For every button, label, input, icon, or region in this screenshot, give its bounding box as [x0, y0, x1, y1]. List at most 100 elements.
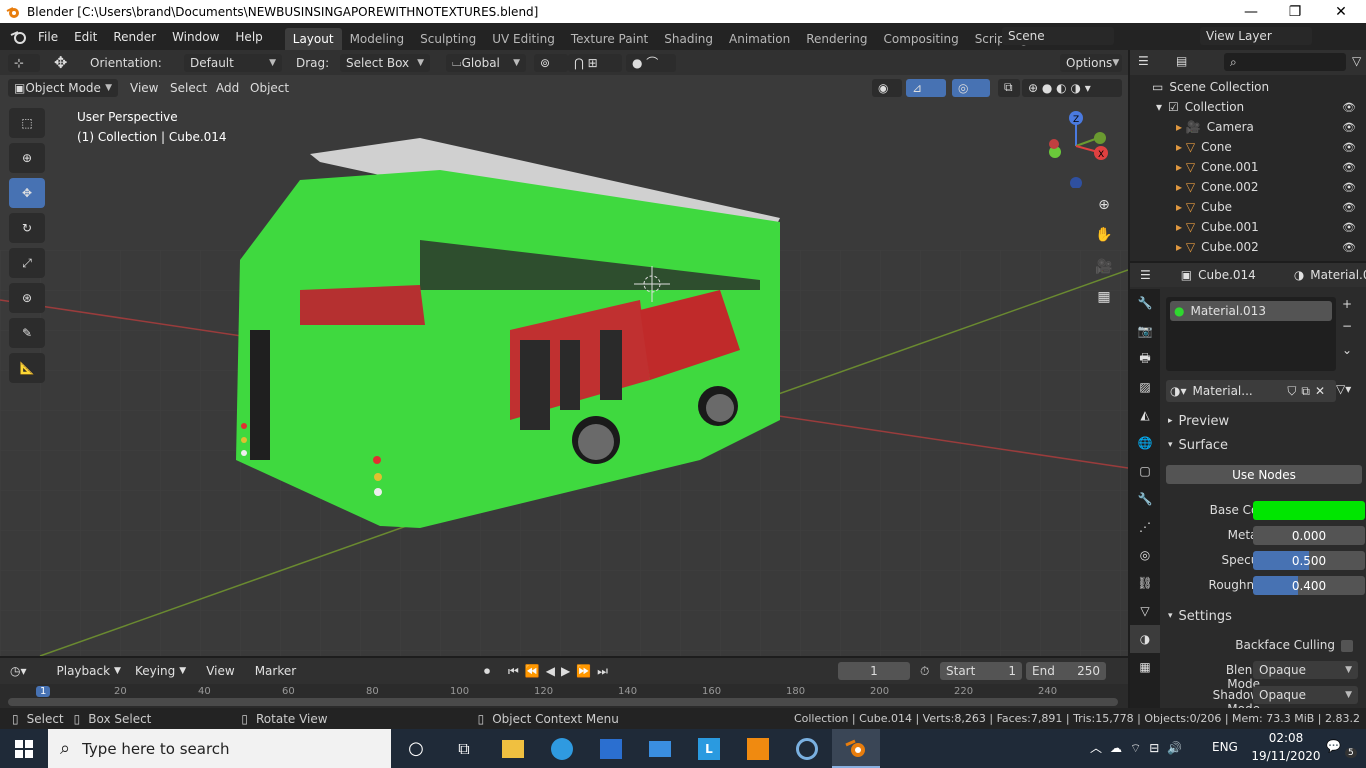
settings-panel-header[interactable]: ▾ Settings [1160, 605, 1366, 627]
zoom-view-button[interactable]: ⊕ [1091, 192, 1117, 218]
node-link-dropdown[interactable]: ▽▾ [1336, 382, 1351, 396]
tab-animation[interactable]: Animation [721, 28, 798, 50]
scale-tool-button[interactable]: ⤢ [9, 248, 45, 278]
tab-material[interactable]: ◑ [1130, 625, 1160, 653]
taskbar-app-l[interactable]: L [685, 729, 733, 768]
gizmo-toggle[interactable]: ⊿ [906, 78, 946, 97]
tab-rendering[interactable]: Rendering [798, 28, 875, 50]
menu-render[interactable]: Render [105, 30, 164, 44]
specular-slider[interactable]: 0.500 [1253, 551, 1365, 570]
menu-file[interactable]: File [30, 30, 66, 44]
tab-sculpting[interactable]: Sculpting [412, 28, 484, 50]
preview-panel-header[interactable]: ▸ Preview [1160, 410, 1366, 432]
material-selector[interactable]: ◑▾ Material... ⛉⧉✕ [1166, 380, 1336, 402]
minimize-button[interactable]: — [1228, 0, 1274, 23]
3d-viewport[interactable]: ⊹ ✥ Orientation: Default ▼ Drag: Select B… [0, 50, 1128, 656]
current-frame-field[interactable]: 1 [838, 662, 910, 680]
material-actions-icons[interactable]: ⛉⧉✕ [1287, 384, 1330, 399]
start-button[interactable] [0, 729, 48, 768]
eye-icon[interactable]: 👁 [1342, 161, 1356, 174]
orientation-dropdown[interactable]: Default ▼ [184, 53, 282, 72]
measure-tool-button[interactable]: 📐 [9, 353, 45, 383]
tab-shading[interactable]: Shading [656, 28, 721, 50]
tab-particles[interactable]: ⋰ [1130, 513, 1160, 541]
stopwatch-icon[interactable]: ⏱ [920, 664, 929, 679]
remove-slot-button[interactable]: − [1342, 319, 1352, 333]
menu-window[interactable]: Window [164, 30, 227, 44]
tab-physics[interactable]: ◎ [1130, 541, 1160, 569]
tab-layout[interactable]: Layout [284, 28, 342, 50]
start-frame-field[interactable]: Start 1 [940, 662, 1022, 680]
timeline-view-menu[interactable]: View [206, 664, 234, 678]
tab-scene[interactable]: ◭ [1130, 401, 1160, 429]
tab-world[interactable]: 🌐 [1130, 429, 1160, 457]
menu-edit[interactable]: Edit [66, 30, 105, 44]
outliner-item[interactable]: ▸ ▽ Cone.002 👁 [1130, 177, 1366, 197]
tab-modifiers[interactable]: 🔧 [1130, 485, 1160, 513]
display-mode-icon[interactable]: ▤ [1176, 54, 1187, 68]
add-slot-button[interactable]: + [1342, 297, 1352, 311]
eye-icon[interactable]: 👁 [1342, 141, 1356, 154]
add-menu[interactable]: Add [216, 81, 239, 95]
material-slot-list[interactable]: ● Material.013 [1166, 297, 1336, 371]
cortana-button[interactable]: ○ [392, 729, 440, 768]
slot-specials-button[interactable]: ⌄ [1342, 343, 1352, 357]
outliner-item[interactable]: ▸ ▽ Cone 👁 [1130, 137, 1366, 157]
outliner-item[interactable]: ▸ ▽ Cube.002 👁 [1130, 237, 1366, 257]
blend-mode-dropdown[interactable]: Opaque ▼ [1253, 661, 1358, 679]
eye-icon[interactable]: 👁 [1342, 181, 1356, 194]
taskbar-edge[interactable] [538, 729, 586, 768]
outliner-scene-collection[interactable]: ▭ Scene Collection [1130, 77, 1366, 97]
scene-selector[interactable]: Scene [1002, 27, 1114, 45]
tab-view-layer[interactable]: ▨ [1130, 373, 1160, 401]
taskbar-mail[interactable] [636, 729, 684, 768]
use-nodes-button[interactable]: Use Nodes [1166, 465, 1362, 484]
xray-toggle[interactable]: ⧉ [998, 78, 1020, 97]
properties-editor-icon[interactable]: ☰ [1140, 268, 1151, 282]
cursor-tool-button[interactable]: ⊕ [9, 143, 45, 173]
pan-view-button[interactable]: ✋ [1091, 222, 1117, 248]
checkbox-icon[interactable]: ☑ [1168, 100, 1179, 114]
maximize-button[interactable]: ❐ [1272, 0, 1318, 23]
taskbar-search-input[interactable]: ⌕ Type here to search [48, 729, 391, 768]
clock-date[interactable]: 19/11/2020 [1248, 749, 1324, 763]
timeline-editor-icon[interactable]: ◷▾ [10, 664, 27, 678]
outliner-item[interactable]: ▸ ▽ Cube 👁 [1130, 197, 1366, 217]
tab-texture-paint[interactable]: Texture Paint [563, 28, 656, 50]
tab-uv-editing[interactable]: UV Editing [484, 28, 563, 50]
playback-menu[interactable]: Playback [57, 664, 111, 678]
timeline-scrollbar[interactable] [8, 698, 1118, 706]
tab-render[interactable]: 📷 [1130, 317, 1160, 345]
eye-icon[interactable]: 👁 [1342, 201, 1356, 214]
mode-dropdown[interactable]: ▣ Object Mode ▼ [8, 78, 118, 97]
overlays-toggle[interactable]: ◎ [952, 78, 990, 97]
base-color-swatch[interactable] [1253, 501, 1365, 520]
outliner-editor-icon[interactable]: ☰ [1138, 54, 1149, 68]
surface-panel-header[interactable]: ▾ Surface [1160, 434, 1366, 456]
eye-icon[interactable]: 👁 [1342, 221, 1356, 234]
metallic-field[interactable]: 0.000 [1253, 526, 1365, 545]
visibility-dropdown[interactable]: ◉ [872, 78, 902, 97]
move-tool-icon[interactable]: ✥ [54, 53, 67, 72]
outliner-item[interactable]: ▸ ▽ Cube.001 👁 [1130, 217, 1366, 237]
annotate-tool-button[interactable]: ✎ [9, 318, 45, 348]
transform-tool-button[interactable]: ⊛ [9, 283, 45, 313]
taskbar-store[interactable] [587, 729, 635, 768]
tab-data[interactable]: ▽ [1130, 597, 1160, 625]
proportional-edit-toggle[interactable]: ● ⌒ [626, 53, 676, 72]
rotate-tool-button[interactable]: ↻ [9, 213, 45, 243]
frame-ruler[interactable]: 1 20 40 60 80 100 120 140 160 180 200 220 240 [0, 686, 1128, 697]
navigation-gizmo[interactable]: Z X [1040, 108, 1120, 188]
tab-object[interactable]: ▢ [1130, 457, 1160, 485]
eye-icon[interactable]: 👁 [1342, 101, 1356, 114]
view-layer-selector[interactable]: View Layer [1200, 27, 1312, 45]
filter-icon[interactable]: ▽ [1352, 54, 1361, 68]
marker-menu[interactable]: Marker [255, 664, 296, 678]
backface-culling-checkbox[interactable] [1341, 640, 1353, 652]
system-tray-icons[interactable]: ︿☁⌔⊟🔊 [1090, 739, 1190, 756]
outliner-search-input[interactable]: ⌕ [1224, 53, 1346, 71]
roughness-slider[interactable]: 0.400 [1253, 576, 1365, 595]
shading-modes[interactable]: ⊕ ● ◐ ◑ ▾ [1022, 78, 1122, 97]
view-menu[interactable]: View [130, 81, 158, 95]
keying-menu[interactable]: Keying [135, 664, 175, 678]
